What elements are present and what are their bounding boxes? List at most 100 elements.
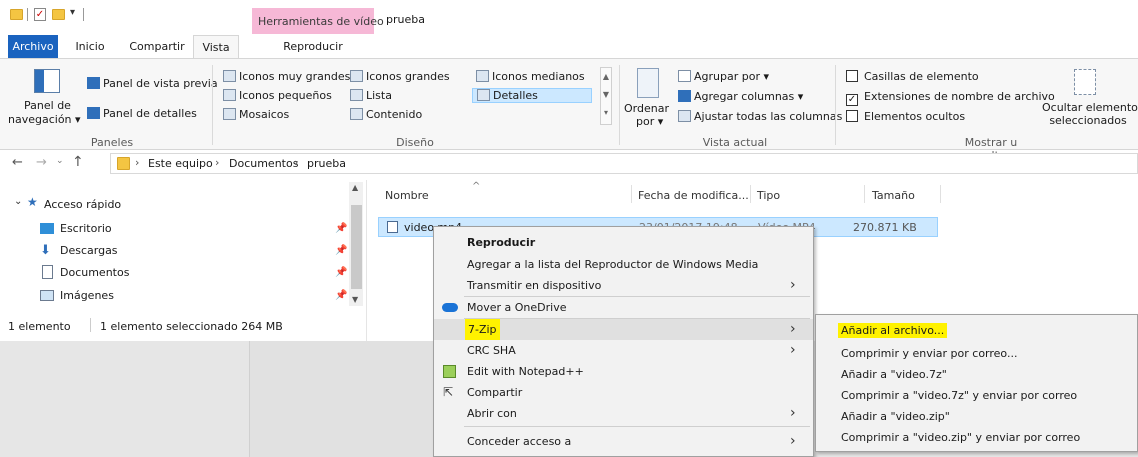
tab-archivo[interactable]: Archivo (8, 35, 58, 59)
mosaicos-button[interactable]: Mosaicos (223, 108, 289, 121)
tab-vista[interactable]: Vista (193, 35, 239, 59)
sort-by-icon[interactable] (637, 68, 659, 98)
hide-selected-icon[interactable] (1074, 69, 1096, 95)
share-icon: ⇱ (443, 385, 454, 399)
panel-navegacion-label-2[interactable]: navegación ▾ (8, 113, 81, 126)
menu-notepad-label: Edit with Notepad++ (467, 365, 584, 378)
column-fecha[interactable]: Fecha de modifica... (638, 189, 749, 202)
menu-abrir-con[interactable]: Abrir con › (434, 403, 813, 424)
casillas-label: Casillas de elemento (864, 70, 979, 83)
checkbox-checked-icon: ✓ (846, 94, 858, 106)
customize-toolbar-icon[interactable]: ▾ (70, 7, 75, 18)
submenu-anadir-archivo[interactable]: Añadir al archivo... (838, 323, 948, 338)
status-selected: 1 elemento seleccionado 264 MB (100, 320, 283, 333)
detalles-label: Detalles (493, 89, 538, 102)
ocultar-label-1[interactable]: Ocultar elementos (1042, 101, 1138, 114)
iconos-medianos-button[interactable]: Iconos medianos (476, 70, 585, 83)
column-nombre[interactable]: Nombre (385, 189, 429, 202)
agrupar-por-button[interactable]: Agrupar por ▾ (678, 70, 769, 83)
iconos-muy-grandes-button[interactable]: Iconos muy grandes (223, 70, 350, 83)
breadcrumb-este-equipo[interactable]: Este equipo (148, 157, 213, 170)
submenu-anadir-7z[interactable]: Añadir a "video.7z" (841, 368, 947, 381)
column-tamano[interactable]: Tamaño (872, 189, 915, 202)
tab-compartir[interactable]: Compartir (122, 35, 192, 59)
menu-abrir-con-label: Abrir con (467, 407, 517, 420)
ordenar-text: por (636, 115, 655, 128)
quick-access-toolbar: ✓ ▾ Herramientas de vídeo prueba (0, 0, 1138, 34)
menu-compartir[interactable]: ⇱ Compartir (434, 382, 813, 403)
folder-icon (10, 9, 23, 20)
nav-descargas[interactable]: Descargas (60, 244, 118, 257)
back-arrow-icon[interactable]: ← (12, 155, 23, 170)
chevron-right-icon: › (790, 321, 796, 337)
submenu-comprimir-7z[interactable]: Comprimir a "video.7z" y enviar por corr… (841, 389, 1077, 402)
menu-reproducir-label: Reproducir (467, 236, 536, 249)
column-tipo[interactable]: Tipo (757, 189, 780, 202)
address-bar[interactable]: › Este equipo › Documentos › prueba (110, 153, 1138, 174)
ajustar-columnas-button[interactable]: Ajustar todas las columnas (678, 110, 842, 123)
menu-onedrive[interactable]: Mover a OneDrive (434, 297, 813, 318)
status-count: 1 elemento (8, 320, 71, 333)
detalles-button[interactable]: Detalles (472, 88, 592, 103)
submenu-comprimir-zip[interactable]: Comprimir a "video.zip" y enviar por cor… (841, 431, 1080, 444)
ocultos-checkbox[interactable]: Elementos ocultos (846, 110, 965, 123)
submenu-comprimir-correo[interactable]: Comprimir y enviar por correo... (841, 347, 1017, 360)
breadcrumb-prueba[interactable]: prueba (307, 157, 346, 170)
ocultar-label-2[interactable]: seleccionados (1042, 114, 1134, 127)
group-separator (835, 65, 836, 145)
menu-separator (464, 426, 810, 427)
menu-conceder[interactable]: Conceder acceso a › (434, 431, 813, 452)
tab-reproducir[interactable]: Reproducir (252, 35, 374, 59)
small-icons-icon (223, 89, 236, 101)
pin-icon[interactable]: 📌 (335, 245, 347, 256)
pin-icon[interactable]: 📌 (335, 290, 347, 301)
pin-icon[interactable]: 📌 (335, 267, 347, 278)
forward-arrow-icon[interactable]: → (36, 155, 47, 170)
file-size: 270.871 KB (853, 221, 917, 234)
agregar-columnas-button[interactable]: Agregar columnas ▾ (678, 90, 803, 103)
breadcrumb-documentos[interactable]: Documentos (229, 157, 298, 170)
recent-chevron-icon[interactable]: ⌄ (56, 156, 64, 166)
nav-acceso-rapido[interactable]: Acceso rápido (44, 198, 121, 211)
panel-detalles-button[interactable]: Panel de detalles (87, 107, 197, 120)
desktop-icon (40, 223, 54, 234)
scroll-down-icon[interactable]: ▼ (352, 295, 358, 304)
properties-icon[interactable]: ✓ (34, 8, 46, 21)
menu-crc-sha[interactable]: CRC SHA › (434, 340, 813, 361)
navigation-pane-icon[interactable] (34, 69, 60, 93)
scroll-up-icon[interactable]: ▲ (352, 183, 358, 192)
add-columns-icon (678, 90, 691, 102)
tiles-icon (223, 108, 236, 120)
up-arrow-icon[interactable]: ↑ (72, 154, 84, 170)
chevron-down-icon: ▾ (75, 113, 81, 126)
breadcrumb-separator-icon: › (294, 156, 299, 169)
panel-navegacion-text: navegación (8, 113, 72, 126)
new-folder-icon[interactable] (52, 9, 65, 20)
menu-notepad[interactable]: Edit with Notepad++ (434, 361, 813, 382)
nav-scrollbar-thumb[interactable] (351, 205, 362, 289)
menu-reproducir[interactable]: Reproducir (434, 232, 813, 253)
submenu-anadir-zip[interactable]: Añadir a "video.zip" (841, 410, 950, 423)
ordenar-label-1[interactable]: Ordenar (624, 102, 669, 115)
nav-imagenes[interactable]: Imágenes (60, 289, 114, 302)
extensiones-checkbox[interactable]: ✓ Extensiones de nombre de archivo (846, 90, 1055, 106)
nav-documentos[interactable]: Documentos (60, 266, 129, 279)
menu-transmitir[interactable]: Transmitir en dispositivo › (434, 275, 813, 296)
menu-7zip[interactable]: 7-Zip › (434, 319, 813, 340)
pin-icon[interactable]: 📌 (335, 223, 347, 234)
layout-scroll[interactable]: ▲ ▼ ▾ (600, 67, 612, 125)
nav-escritorio[interactable]: Escritorio (60, 222, 112, 235)
lista-button[interactable]: Lista (350, 89, 392, 102)
panel-navegacion-label-1[interactable]: Panel de (20, 99, 75, 112)
iconos-pequenos-button[interactable]: Iconos pequeños (223, 89, 332, 102)
notepad-plus-icon (443, 365, 456, 378)
tab-inicio[interactable]: Inicio (68, 35, 112, 59)
iconos-grandes-button[interactable]: Iconos grandes (350, 70, 450, 83)
contenido-button[interactable]: Contenido (350, 108, 422, 121)
ordenar-label-2[interactable]: por ▾ (636, 115, 663, 128)
panel-vista-previa-button[interactable]: Panel de vista previa (87, 77, 218, 90)
casillas-checkbox[interactable]: Casillas de elemento (846, 70, 979, 83)
chevron-down-icon[interactable]: ⌄ (14, 196, 22, 207)
menu-agregar-lista[interactable]: Agregar a la lista del Reproductor de Wi… (434, 254, 813, 275)
column-divider (940, 185, 941, 203)
